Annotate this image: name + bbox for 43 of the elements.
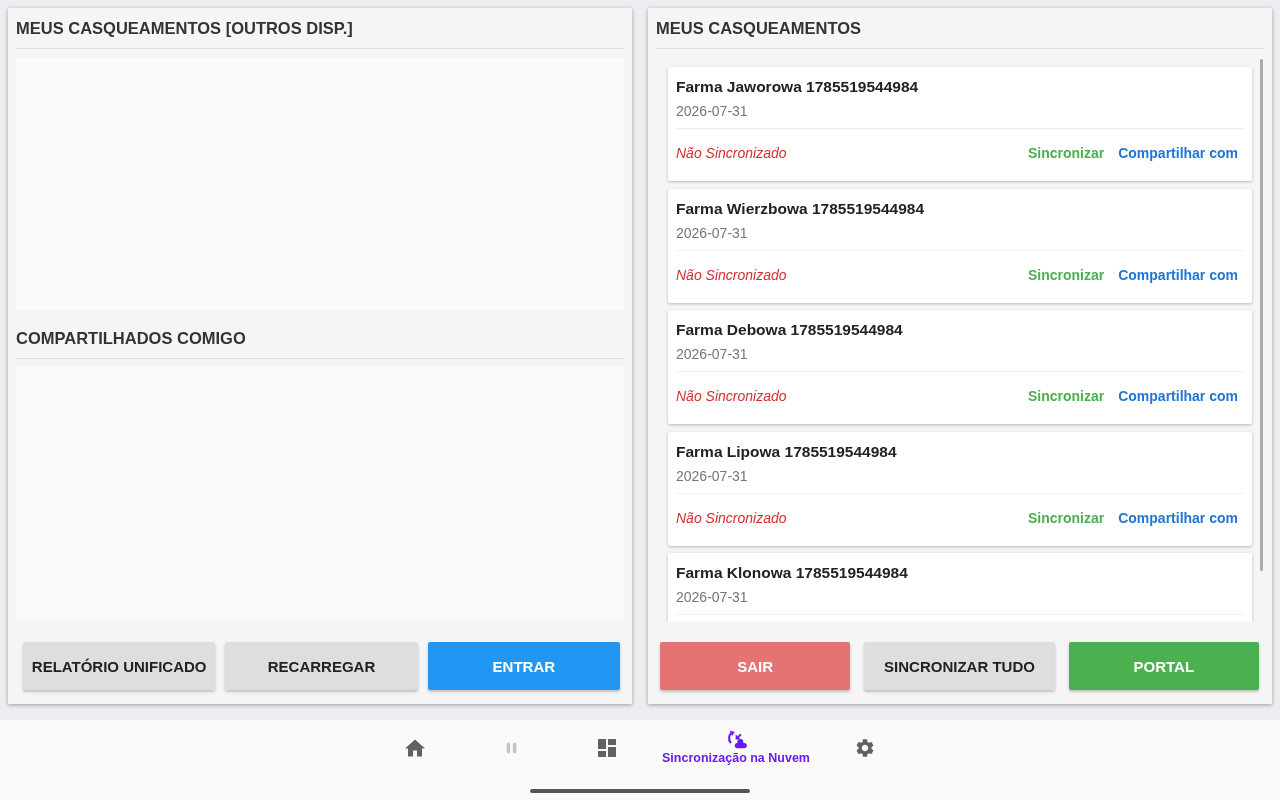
share-link[interactable]: Compartilhar com [1118,266,1238,283]
record-card[interactable]: Farma Debowa 1785519544984 2026-07-31 Não Sincronizado Sincronizar Compartilhar com [668,310,1252,424]
record-title: Farma Wierzbowa 1785519544984 [676,198,925,219]
record-title: Farma Debowa 1785519544984 [676,320,904,340]
record-card[interactable]: Farma Wierzbowa 1785519544984 2026-07-31 Não Sincronizado Sincronizar Compartilhar com [668,188,1252,303]
record-title: Farma Klonowa 1785519544984 [676,563,909,583]
settings-icon [855,739,875,757]
sync-link[interactable]: Sincronizar [1027,509,1105,526]
record-title: Farma Jaworowa 1785519544984 [676,77,920,97]
panel-button[interactable]: RECARREGAR [225,642,418,690]
sync-status: Não Sincronizado [676,388,788,404]
share-link[interactable]: Compartilhar com [1118,388,1238,404]
sync-link[interactable]: Sincronizar [1027,266,1105,283]
sync-status: Não Sincronizado [676,266,788,283]
panel-button[interactable]: SINCRONIZAR TUDO [864,642,1055,690]
scrollbar[interactable] [1260,59,1263,571]
sync-link[interactable]: Sincronizar [1027,145,1105,161]
record-card[interactable]: Farma Klonowa 1785519544984 2026-07-31 [668,553,1252,622]
nav-item[interactable]: Sincronização na Nuvem [655,720,817,776]
record-date: 2026-07-31 [676,588,749,607]
sync-link[interactable]: Sincronizar [1027,388,1105,404]
panel-button[interactable]: PORTAL [1068,642,1259,690]
section-title: MEUS CASQUEAMENTOS [656,19,862,37]
section-title: COMPARTILHADOS COMIGO [16,329,246,347]
panel-button[interactable]: RELATÓRIO UNIFICADO [23,642,216,690]
cloud-sync-icon [725,730,747,749]
sync-status: Não Sincronizado [676,509,788,526]
pause-icon [505,740,517,756]
share-link[interactable]: Compartilhar com [1118,145,1238,161]
panel-button[interactable]: ENTRAR [427,642,620,690]
record-title: Farma Lipowa 1785519544984 [676,441,898,462]
record-date: 2026-07-31 [676,466,749,486]
record-card[interactable]: Farma Lipowa 1785519544984 2026-07-31 Não Sincronizado Sincronizar Compartilhar com [668,431,1252,546]
sync-status: Não Sincronizado [676,145,788,161]
dashboard-icon [597,739,617,757]
share-link[interactable]: Compartilhar com [1118,509,1238,526]
section-title: MEUS CASQUEAMENTOS [OUTROS DISP.] [16,19,353,37]
record-date: 2026-07-31 [676,102,749,121]
panel-button[interactable]: SAIR [660,642,851,690]
record-date: 2026-07-31 [676,223,749,243]
home-icon [405,739,425,757]
record-card[interactable]: Farma Jaworowa 1785519544984 2026-07-31 Não Sincronizado Sincronizar Compartilhar com [668,67,1252,181]
record-date: 2026-07-31 [676,345,749,364]
